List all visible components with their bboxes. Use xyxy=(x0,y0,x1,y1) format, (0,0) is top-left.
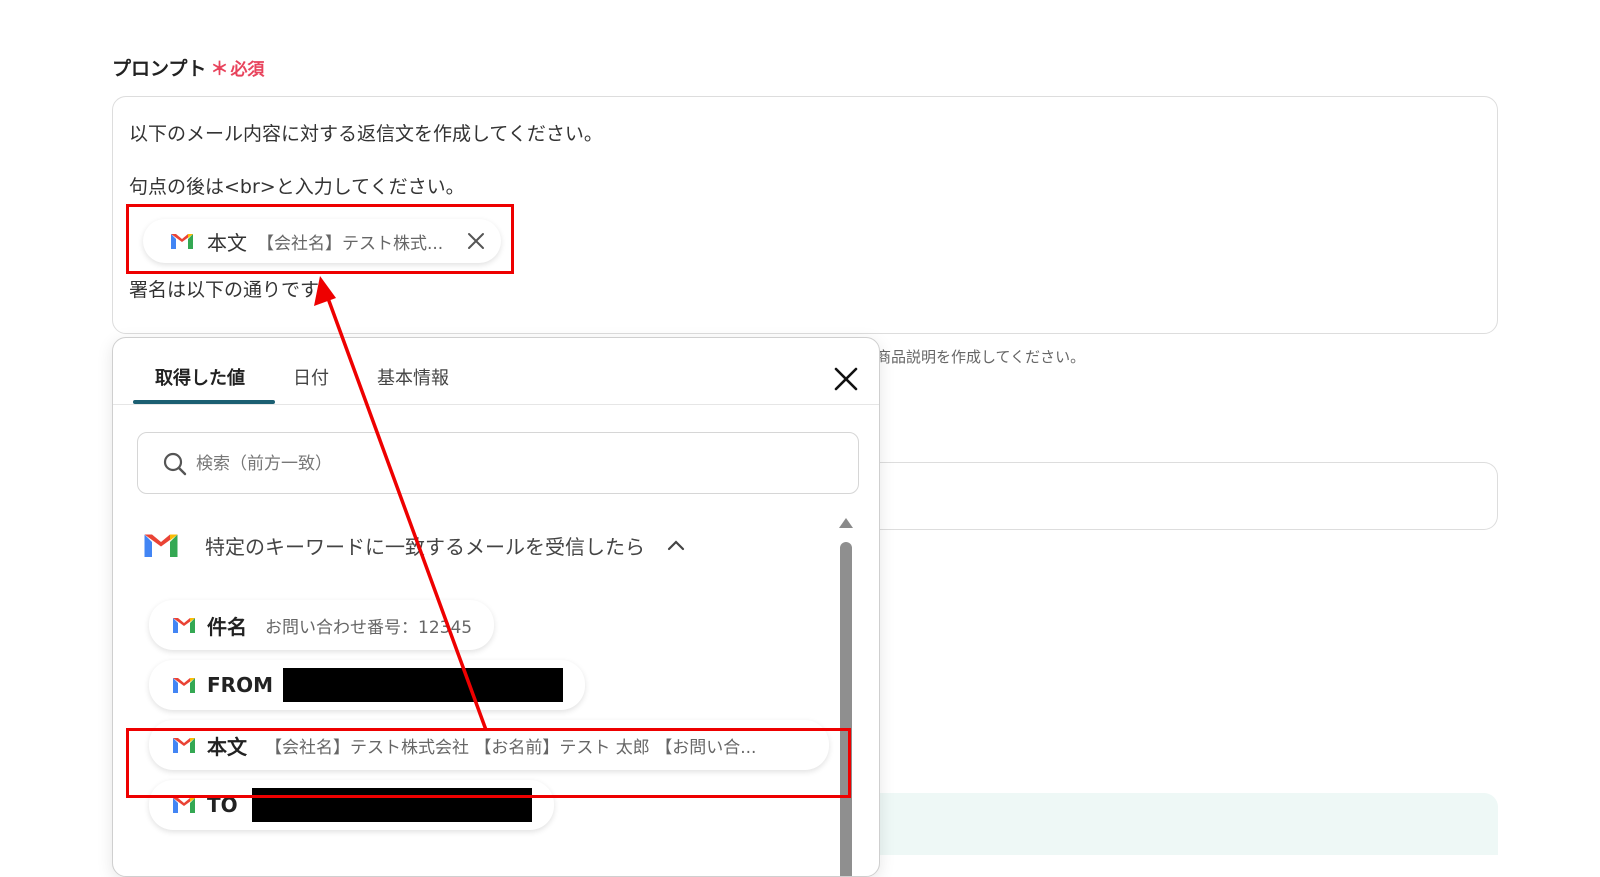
tab-basic-info[interactable]: 基本情報 xyxy=(377,364,449,390)
prompt-line-2: 句点の後は<br>と入力してください。 xyxy=(129,176,465,198)
redacted-value xyxy=(251,788,532,822)
prompt-textarea[interactable]: 以下のメール内容に対する返信文を作成してください。 句点の後は<br>と入力して… xyxy=(112,96,1498,334)
gmail-icon xyxy=(171,234,193,249)
section-header[interactable]: 特定のキーワードに一致するメールを受信したら xyxy=(141,530,685,560)
item-key: TO xyxy=(207,793,238,817)
helper-text: 商品説明を作成してください。 xyxy=(876,348,1086,366)
required-mark: ＊ xyxy=(210,59,229,80)
gmail-icon xyxy=(144,534,178,557)
variable-picker-popup: 取得した値 日付 基本情報 特定のキーワードに一致するメールを受信したら 件名 … xyxy=(112,337,880,877)
tab-acquired-values[interactable]: 取得した値 xyxy=(155,364,245,390)
close-icon[interactable] xyxy=(465,230,487,252)
list-item-body[interactable]: 本文 【会社名】テスト株式会社 【お名前】テスト 太郎 【お問い合... xyxy=(149,720,829,770)
prompt-variable-chip[interactable]: 本文 【会社名】テスト株式... xyxy=(143,219,501,263)
scroll-up-arrow-icon[interactable] xyxy=(839,518,853,528)
gmail-icon xyxy=(173,678,195,693)
gmail-icon xyxy=(173,618,195,633)
tab-date[interactable]: 日付 xyxy=(293,364,329,390)
required-text: 必須 xyxy=(230,60,265,80)
gmail-icon xyxy=(173,798,195,813)
prompt-field-label: プロンプト＊必須 xyxy=(112,54,264,81)
item-key: 件名 xyxy=(207,614,247,639)
search-input[interactable] xyxy=(194,443,838,485)
background-input-field[interactable] xyxy=(860,462,1498,530)
close-icon[interactable] xyxy=(831,364,861,394)
item-key: FROM xyxy=(207,673,273,697)
tabs-divider xyxy=(113,404,879,405)
item-value: 【会社名】テスト株式会社 【お名前】テスト 太郎 【お問い合... xyxy=(265,737,757,758)
prompt-line-1: 以下のメール内容に対する返信文を作成してください。 xyxy=(129,123,603,145)
list-item-subject[interactable]: 件名 お問い合わせ番号：12345 xyxy=(149,600,495,650)
item-value: お問い合わせ番号：12345 xyxy=(265,617,473,638)
chip-key: 本文 xyxy=(207,230,247,255)
item-key: 本文 xyxy=(207,734,247,759)
section-title: 特定のキーワードに一致するメールを受信したら xyxy=(205,534,645,559)
scrollbar-thumb[interactable] xyxy=(840,542,852,876)
field-label-text: プロンプト xyxy=(112,58,207,80)
chevron-up-icon[interactable] xyxy=(667,539,685,551)
gmail-icon xyxy=(173,738,195,753)
search-box[interactable] xyxy=(137,432,859,494)
scrollbar[interactable] xyxy=(839,518,853,876)
search-icon xyxy=(163,452,187,476)
prompt-line-4: 署名は以下の通りです。 xyxy=(129,279,337,301)
list-item-from[interactable]: FROM xyxy=(149,660,585,710)
background-panel xyxy=(860,793,1498,855)
chip-value: 【会社名】テスト株式... xyxy=(257,233,444,254)
list-item-to[interactable]: TO xyxy=(149,780,554,830)
redacted-value xyxy=(282,668,563,702)
